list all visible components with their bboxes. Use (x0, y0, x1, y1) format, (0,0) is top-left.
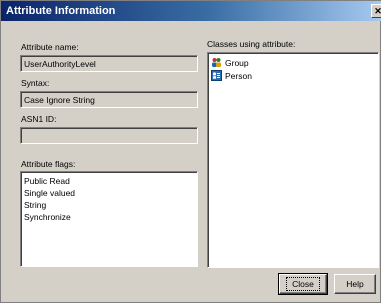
attribute-name-field[interactable]: UserAuthorityLevel (20, 55, 198, 72)
list-item[interactable]: Synchronize (24, 211, 194, 223)
asn1-id-field[interactable] (20, 127, 198, 144)
class-name: Person (225, 70, 252, 81)
attribute-name-label: Attribute name: (21, 42, 79, 52)
attribute-flags-label: Attribute flags: (21, 159, 76, 169)
syntax-field[interactable]: Case Ignore String (20, 91, 198, 108)
close-button-label: Close (286, 277, 320, 291)
list-item[interactable]: Single valued (24, 187, 194, 199)
syntax-label: Syntax: (21, 78, 50, 88)
help-button[interactable]: Help (334, 274, 376, 294)
group-icon (212, 58, 221, 67)
close-button[interactable]: Close (278, 273, 328, 295)
list-item[interactable]: Public Read (24, 175, 194, 187)
asn1-id-label: ASN1 ID: (21, 114, 57, 124)
attribute-information-dialog: Attribute Information ✕ Attribute name: … (0, 0, 381, 303)
classes-using-label: Classes using attribute: (207, 39, 296, 49)
person-icon (211, 70, 222, 81)
classes-list[interactable]: Group Person (207, 52, 379, 268)
list-item[interactable]: Person (211, 69, 375, 82)
class-name: Group (225, 57, 249, 68)
attribute-flags-list[interactable]: Public Read Single valued String Synchro… (20, 171, 198, 267)
list-item[interactable]: String (24, 199, 194, 211)
title-bar[interactable]: Attribute Information ✕ (1, 1, 381, 21)
window-title: Attribute Information (6, 5, 116, 17)
list-item[interactable]: Group (211, 56, 375, 69)
close-icon[interactable]: ✕ (371, 4, 381, 18)
